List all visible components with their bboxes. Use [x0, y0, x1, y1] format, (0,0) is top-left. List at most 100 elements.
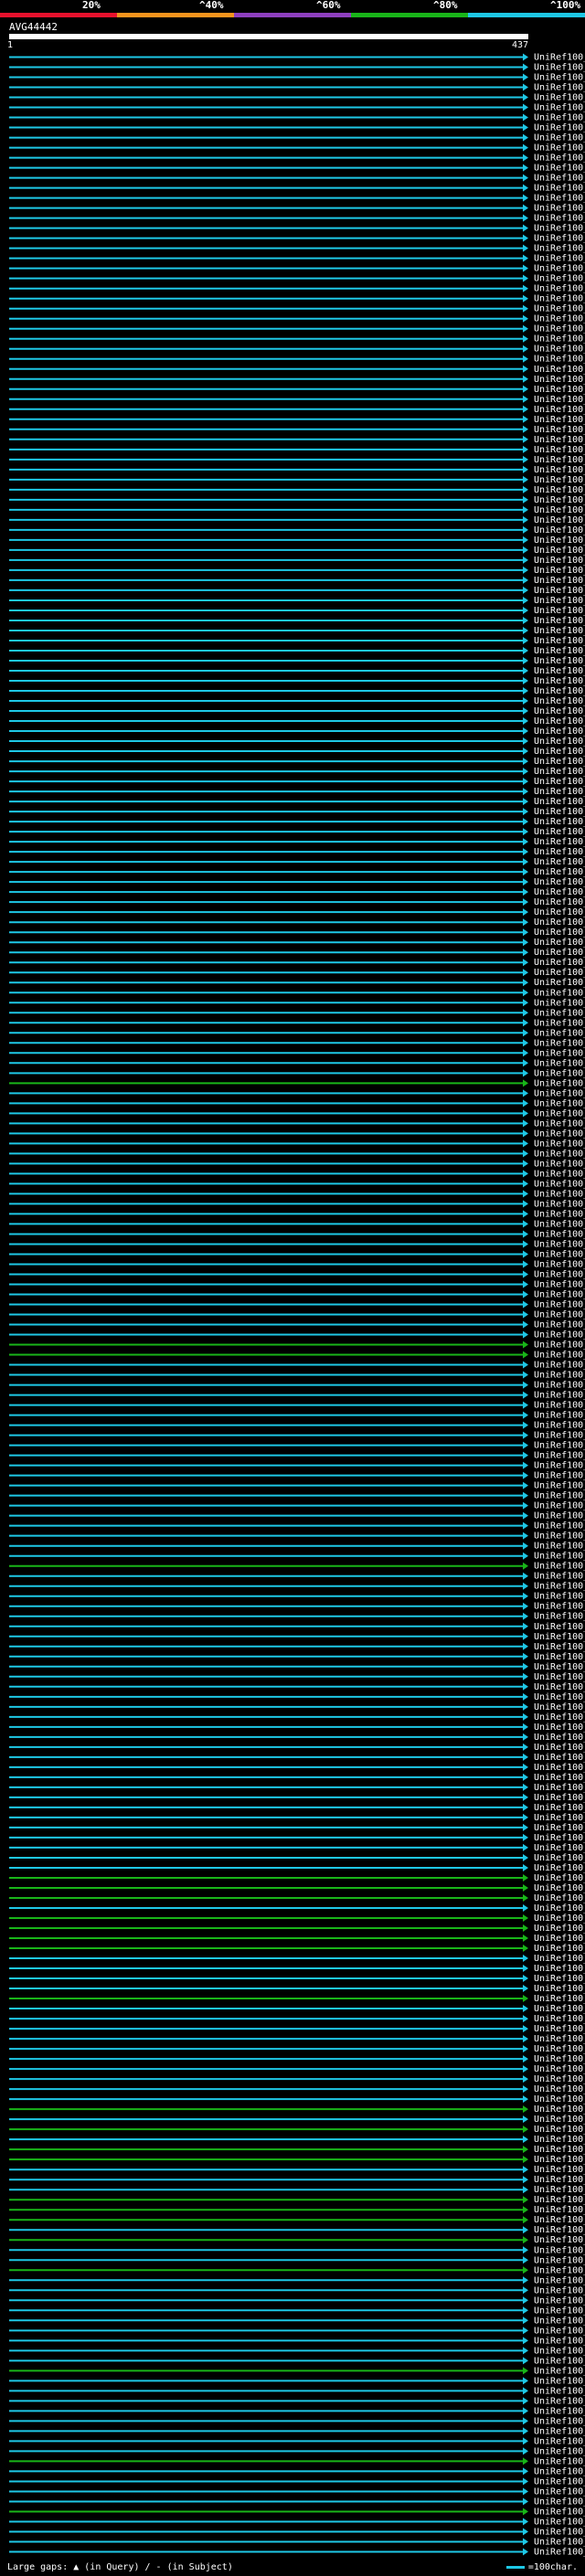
hit-label[interactable]: UniRef100_B6JET0 [534, 1451, 585, 1461]
hit-label[interactable]: UniRef100_C5YTW3 [534, 264, 585, 274]
hit-label[interactable]: UniRef100_A7T1T6 [534, 2175, 585, 2185]
hit-label[interactable]: UniRef100_P41084 [534, 1289, 585, 1299]
hit-label[interactable]: UniRef100_Q2IEE5 [534, 2235, 585, 2245]
hit-label[interactable]: UniRef100_Q5KL5 [534, 2376, 585, 2386]
hit-label[interactable]: UniRef100_A3SI14 [534, 1974, 585, 1984]
hit-label[interactable]: UniRef100_Q7NBK2 [534, 1743, 585, 1753]
hit-label[interactable]: UniRef100_A3VFF4 [534, 1712, 585, 1723]
hit-label[interactable]: UniRef100_Q6C9H9 [534, 1783, 585, 1793]
hit-label[interactable]: UniRef100_B1JY83 [534, 938, 585, 948]
hit-label[interactable]: UniRef100_UP1000... [534, 1521, 585, 1532]
hit-label[interactable]: UniRef100_B2PUX6 [534, 1944, 585, 1954]
hit-label[interactable]: UniRef100_C6TEP9 [534, 254, 585, 264]
hit-label[interactable]: UniRef100_C5E237 [534, 1552, 585, 1562]
hit-label[interactable]: UniRef100_C6AEE4 [534, 535, 585, 546]
hit-label[interactable]: UniRef100_B1ZR96 [534, 1341, 585, 1351]
hit-label[interactable]: UniRef100_C5VBB5 [534, 1542, 585, 1552]
hit-label[interactable]: UniRef100_A9CNS6 [534, 867, 585, 877]
hit-label[interactable]: UniRef100_A6XB90 [534, 2044, 585, 2054]
hit-label[interactable]: UniRef100_B9JDS6 [534, 757, 585, 767]
hit-label[interactable]: UniRef100_A4A3L4 [534, 133, 585, 143]
hit-label[interactable]: UniRef100_B4R8L3 [534, 1441, 585, 1451]
hit-label[interactable]: UniRef100_A6Q5F3 [534, 465, 585, 475]
hit-label[interactable]: UniRef100_Q5QJH2 [534, 495, 585, 505]
hit-label[interactable]: UniRef100_C8N6F9 [534, 837, 585, 847]
hit-label[interactable]: UniRef100_B3QY21 [534, 2426, 585, 2436]
hit-label[interactable]: UniRef100_B8IS82 [534, 1853, 585, 1863]
hit-label[interactable]: UniRef100_B9FED1 [534, 224, 585, 234]
hit-label[interactable]: UniRef100_A5V695 [534, 737, 585, 747]
hit-label[interactable]: UniRef100_A8TZN0 [534, 556, 585, 566]
hit-label[interactable]: UniRef100_C8SS20 [534, 1391, 585, 1401]
hit-label[interactable]: UniRef100_B5QES8 [534, 1702, 585, 1712]
hit-label[interactable]: UniRef100_C7KE76 [534, 2316, 585, 2326]
hit-label[interactable]: UniRef100_A6X085 [534, 334, 585, 345]
hit-label[interactable]: UniRef100_B0UKO2 [534, 2145, 585, 2155]
hit-label[interactable]: UniRef100_B8KWF8 [534, 2074, 585, 2084]
hit-label[interactable]: UniRef100_A0RQI0 [534, 1129, 585, 1139]
hit-label[interactable]: UniRef100_C5VC22 [534, 184, 585, 194]
hit-label[interactable]: UniRef100_A7QYC7 [534, 63, 585, 73]
hit-label[interactable]: UniRef100_B9GVR2 [534, 103, 585, 113]
hit-label[interactable]: UniRef100_Q1DDE3 [534, 314, 585, 324]
hit-label[interactable]: UniRef100_A6EW86 [534, 817, 585, 827]
hit-label[interactable]: UniRef100_Q8KTB9 [534, 1259, 585, 1269]
hit-label[interactable]: UniRef100_A1VYJ0 [534, 1763, 585, 1773]
hit-label[interactable]: UniRef100_Q2K9L9 [534, 505, 585, 515]
hit-label[interactable]: UniRef100_Q2IRQ9 [534, 1088, 585, 1098]
hit-label[interactable]: UniRef100_Q0ZLL9 [534, 2466, 585, 2476]
hit-label[interactable]: UniRef100_A7WP45 [534, 1572, 585, 1582]
hit-label[interactable]: UniRef100_A3S059 [534, 1108, 585, 1118]
hit-label[interactable]: UniRef100_B61RQ3 [534, 2486, 585, 2496]
hit-label[interactable]: UniRef100_B4KK64 [534, 2034, 585, 2044]
hit-label[interactable]: UniRef100_Q1GK42 [534, 907, 585, 917]
hit-label[interactable]: UniRef100_Q1QN33 [534, 1461, 585, 1471]
hit-label[interactable]: UniRef100_Q8KTB8 [534, 1249, 585, 1259]
hit-label[interactable]: UniRef100_B0U5V1 [534, 1351, 585, 1361]
hit-label[interactable]: UniRef100_Q0G7H8 [534, 405, 585, 415]
hit-label[interactable]: UniRef100_A3Q641 [534, 2336, 585, 2346]
hit-label[interactable]: UniRef100_UP1000... [534, 1038, 585, 1048]
hit-label[interactable]: UniRef100_A9M5Q3 [534, 375, 585, 385]
hit-label[interactable]: UniRef100_Q1YNE2 [534, 606, 585, 616]
hit-label[interactable]: UniRef100_C8TGD9 [534, 1652, 585, 1662]
hit-label[interactable]: UniRef100_Q8KTB6 [534, 988, 585, 998]
hit-label[interactable]: UniRef100_P34811 [534, 83, 585, 93]
hit-label[interactable]: UniRef100_Q2G8Y3 [534, 747, 585, 757]
hit-label[interactable]: UniRef100_B8KNU2 [534, 1924, 585, 1934]
hit-label[interactable]: UniRef100_Q5N862 [534, 2406, 585, 2416]
hit-label[interactable]: UniRef100_B3EP64 [534, 2014, 585, 2024]
hit-label[interactable]: UniRef100_C3PMH0 [534, 1431, 585, 1441]
hit-label[interactable]: UniRef100_A6DES8 [534, 2094, 585, 2104]
hit-label[interactable]: UniRef100_A6B2G4 [534, 1833, 585, 1843]
hit-label[interactable]: UniRef100_C6AU24 [534, 596, 585, 606]
hit-label[interactable]: UniRef100_A5P6W0 [534, 847, 585, 857]
hit-label[interactable]: UniRef100_B7YVU7 [534, 1118, 585, 1129]
hit-label[interactable]: UniRef100_A5KF44 [534, 1843, 585, 1853]
hit-label[interactable]: UniRef100_B5ZYT2 [534, 636, 585, 646]
hit-label[interactable]: UniRef100_UP1000... [534, 1149, 585, 1159]
hit-label[interactable]: UniRef100_Q92J93 [534, 1320, 585, 1330]
hit-label[interactable]: UniRef100_Q8UE15 [534, 586, 585, 596]
hit-label[interactable]: UniRef100_Q8YHP3 [534, 355, 585, 365]
hit-label[interactable]: UniRef100_B6ROV1 [534, 716, 585, 726]
hit-label[interactable]: UniRef100_A4VZ93 [534, 1994, 585, 2004]
hit-label[interactable]: UniRef100_B7VG41 [534, 2024, 585, 2034]
hit-label[interactable]: UniRef100_Q1AQC1 [534, 2225, 585, 2235]
hit-label[interactable]: UniRef100_C0WUT4 [534, 1239, 585, 1249]
hit-label[interactable]: UniRef100_Q5NQ66 [534, 1078, 585, 1088]
hit-label[interactable]: UniRef100_A0K8T5 [534, 1954, 585, 1964]
hit-label[interactable]: UniRef100_C3MAX7 [534, 485, 585, 495]
hit-label[interactable]: UniRef100_B9RBP7 [534, 73, 585, 83]
hit-label[interactable]: UniRef100_C9CG68 [534, 887, 585, 897]
hit-label[interactable]: UniRef100_A9GYQ8 [534, 546, 585, 556]
hit-label[interactable]: UniRef100_C1ZQY6 [534, 1913, 585, 1924]
hit-label[interactable]: UniRef100_A8GMA0 [534, 877, 585, 887]
hit-label[interactable]: UniRef100_Q1RHC3 [534, 1199, 585, 1209]
hit-label[interactable]: UniRef100_Q1JL96 [534, 1813, 585, 1823]
hit-label[interactable]: UniRef100_C7Q099 [534, 2476, 585, 2486]
hit-label[interactable]: UniRef100_Q0SKN8 [534, 1622, 585, 1632]
hit-label[interactable]: UniRef100_Q89JB1 [534, 2436, 585, 2446]
hit-label[interactable]: UniRef100_Q88F14 [534, 1511, 585, 1521]
hit-label[interactable]: UniRef100_UP1000... [534, 455, 585, 465]
